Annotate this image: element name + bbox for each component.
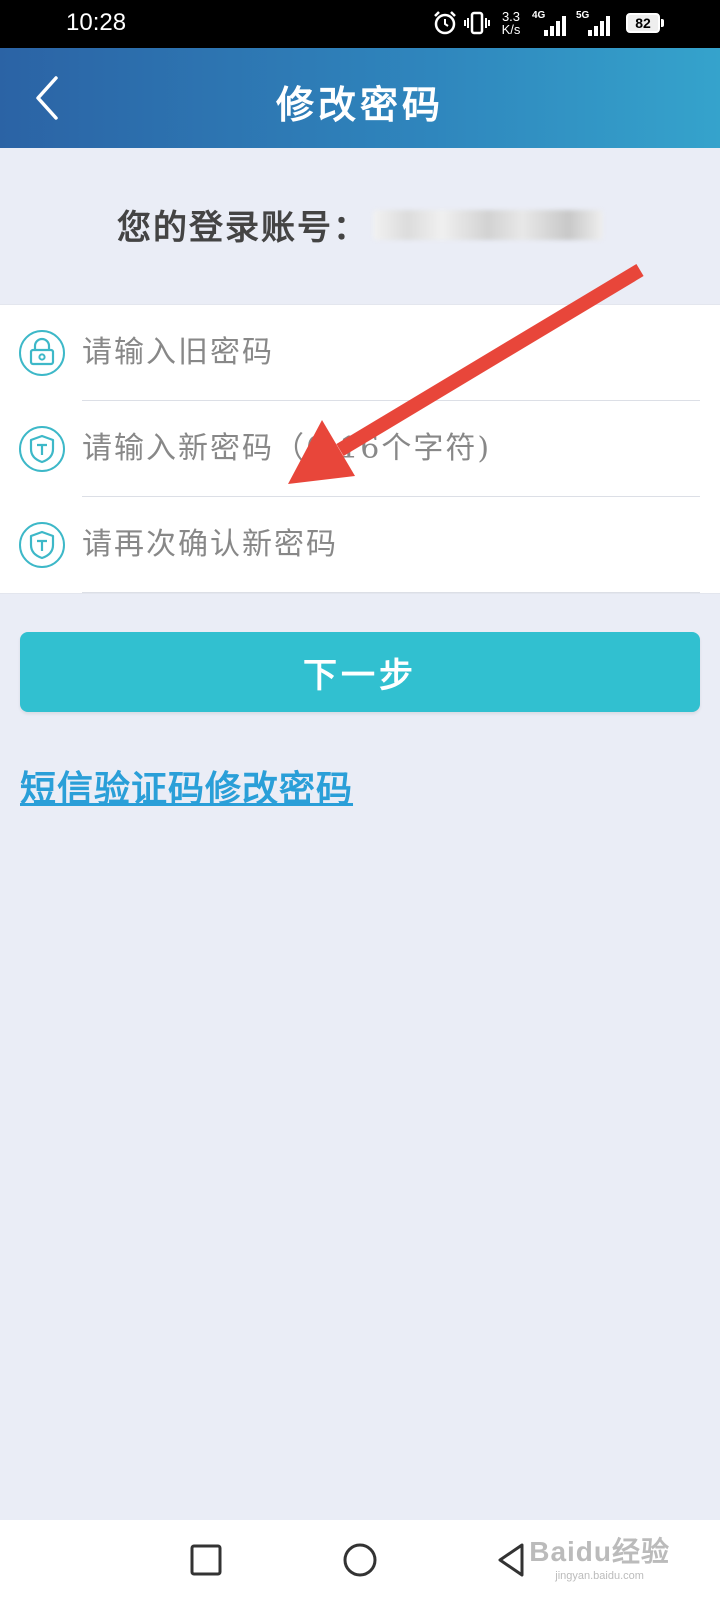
battery-tip [661, 19, 664, 27]
signal-bars-icon [588, 16, 610, 36]
alarm-icon [434, 11, 456, 35]
signal-4g: 4G [532, 10, 572, 38]
square-icon[interactable] [182, 1536, 230, 1584]
new-password-input[interactable] [82, 423, 692, 473]
confirm-password-row[interactable] [0, 497, 720, 593]
new-password-row[interactable] [0, 401, 720, 497]
next-step-button[interactable]: 下一步 [20, 632, 700, 712]
row-divider [82, 592, 700, 593]
lock-icon [19, 330, 65, 376]
watermark: Baidu经验 jingyan.baidu.com [529, 1530, 670, 1582]
account-label: 您的登录账号： [117, 208, 369, 248]
watermark-brand: Baidu经验 [529, 1536, 670, 1567]
old-password-input[interactable] [82, 327, 692, 377]
password-form [0, 304, 720, 594]
shield-t-icon [19, 426, 65, 472]
signal-5g: 5G [576, 10, 616, 38]
app-header: 修改密码 [0, 48, 720, 148]
system-nav-bar: Baidu经验 jingyan.baidu.com [0, 1520, 720, 1600]
account-value-redacted [373, 209, 603, 240]
confirm-password-input[interactable] [82, 519, 692, 569]
vibrate-icon [464, 11, 490, 35]
network-speed-unit: K/s [501, 22, 521, 37]
sms-verification-link[interactable]: 短信验证码修改密码 [20, 760, 353, 812]
old-password-row[interactable] [0, 305, 720, 401]
page-title: 修改密码 [275, 82, 444, 127]
circle-icon[interactable] [336, 1536, 384, 1584]
status-bar: 10:28 3.3 K/s 4G 5G 82 [0, 0, 720, 48]
signal-bars-icon [544, 16, 566, 36]
watermark-url: jingyan.baidu.com [555, 1570, 644, 1582]
battery-indicator: 82 [626, 13, 660, 33]
status-time: 10:28 [66, 9, 127, 36]
network-speed: 3.3 K/s [496, 10, 526, 36]
account-info: 您的登录账号： [0, 200, 720, 249]
shield-t-icon [19, 522, 65, 568]
